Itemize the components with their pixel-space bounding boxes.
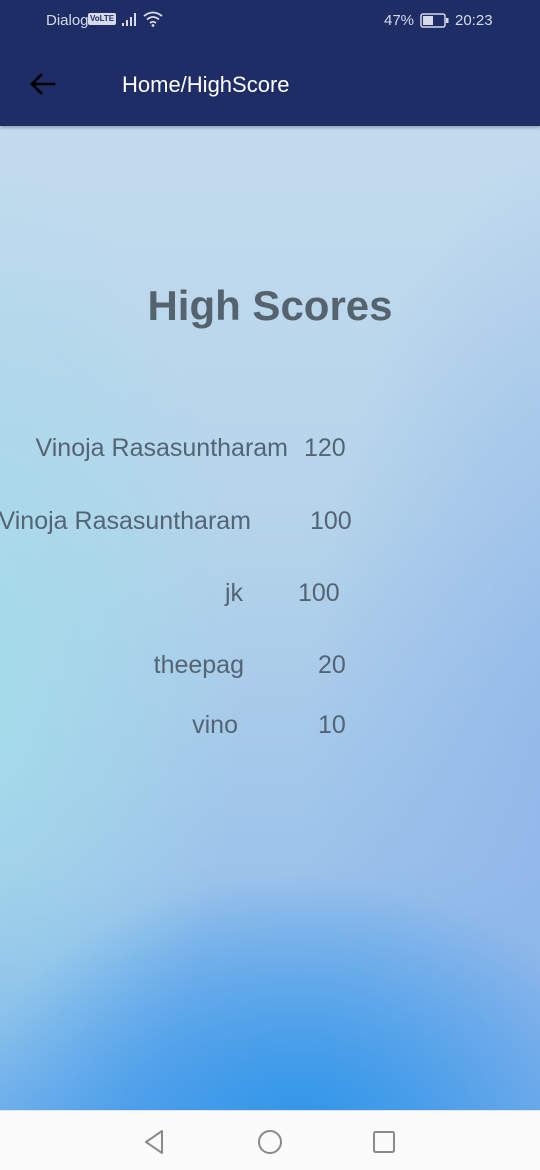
- nav-back-button[interactable]: [139, 1127, 169, 1157]
- player-score: 100: [298, 579, 340, 607]
- high-scores-heading: High Scores: [147, 282, 393, 329]
- status-bar: Dialog VoLTE 47% 20:23: [0, 0, 540, 44]
- wifi-icon: [143, 11, 163, 31]
- nav-home-button[interactable]: [255, 1127, 285, 1157]
- player-name: Vinoja Rasasuntharam: [0, 507, 251, 535]
- player-score: 10: [318, 711, 346, 739]
- clock: 20:23: [455, 12, 493, 29]
- top-bar: Dialog VoLTE 47% 20:23 Home/HighScore: [0, 0, 540, 126]
- nav-recents-button[interactable]: [369, 1127, 399, 1157]
- player-name: jk: [224, 579, 243, 607]
- recents-square-icon: [373, 1131, 395, 1153]
- player-name: theepag: [153, 651, 244, 679]
- battery-percent: 47%: [384, 12, 415, 29]
- screen: Dialog VoLTE 47% 20:23 Home/HighScore Hi…: [0, 0, 540, 1170]
- arrow-left-icon: [30, 73, 56, 95]
- battery-icon: [420, 13, 450, 32]
- player-name: vino: [192, 711, 238, 739]
- page-title: Home/HighScore: [122, 72, 290, 97]
- home-circle-icon: [258, 1130, 282, 1154]
- player-score: 120: [304, 434, 346, 462]
- player-score: 20: [318, 651, 346, 679]
- system-nav-bar: [0, 1110, 540, 1170]
- player-score: 100: [310, 507, 352, 535]
- back-triangle-icon: [145, 1130, 163, 1154]
- back-button[interactable]: [24, 66, 60, 102]
- player-name: Vinoja Rasasuntharam: [35, 434, 288, 462]
- signal-icon: [122, 12, 138, 30]
- high-scores-panel: High Scores Vinoja Rasasuntharam 120 Vin…: [0, 126, 540, 1110]
- carrier-name: Dialog: [46, 12, 89, 29]
- volte-badge: VoLTE: [88, 13, 117, 25]
